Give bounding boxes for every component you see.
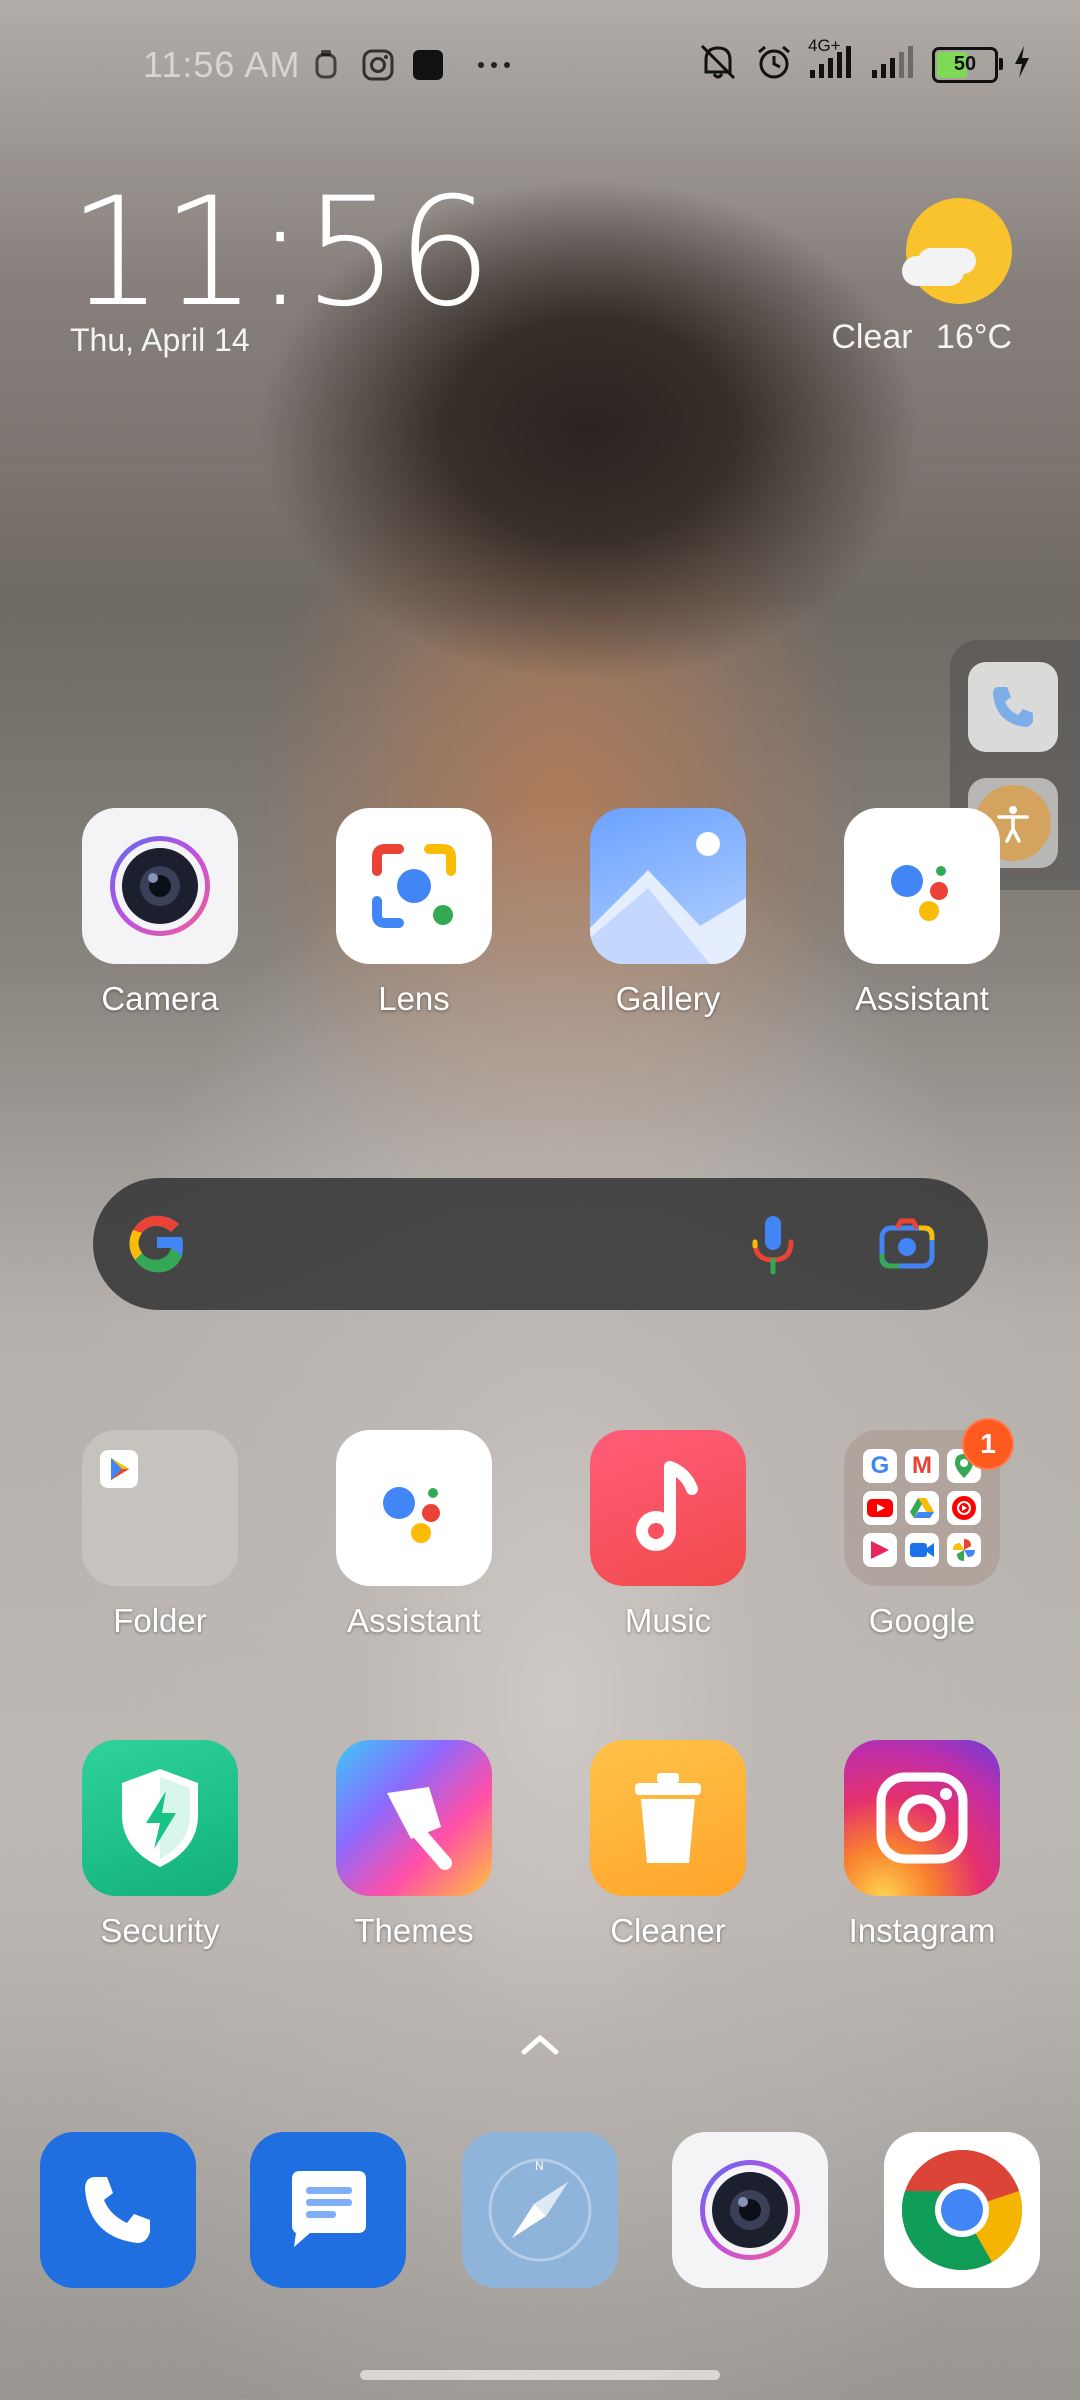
instagram-app-icon [844,1740,1000,1896]
battery-level: 50 [953,53,977,75]
weather-widget[interactable]: Clear 16°C [831,318,1012,357]
google-icon: G [863,1449,897,1483]
signal-icon-2 [870,44,918,85]
notification-badge: 1 [962,1418,1014,1470]
app-security[interactable]: Security [60,1740,260,1950]
app-label: Assistant [855,980,989,1017]
assistant-icon [844,808,1000,964]
app-label: Gallery [615,980,721,1017]
lens-camera-icon[interactable] [879,1218,935,1275]
notification-app-icon [312,46,340,84]
music-icon [590,1430,746,1586]
folder-icon [82,1430,238,1586]
gmail-icon: M [905,1449,939,1483]
status-time: 11:56 AM [143,44,301,85]
youtube-music-icon [947,1491,981,1525]
play-store-icon [100,1450,138,1493]
google-g-icon[interactable] [125,1212,189,1281]
dock-messages-icon[interactable] [250,2132,406,2288]
cloud-icon [902,256,964,286]
app-label: Camera [101,980,219,1017]
microphone-icon[interactable] [751,1214,795,1281]
app-music[interactable]: Music [568,1430,768,1640]
meet-icon [905,1533,939,1567]
dock-camera-icon[interactable] [672,2132,828,2288]
app-cleaner[interactable]: Cleaner [568,1740,768,1950]
square-app-icon [410,46,446,84]
dock-chrome-icon[interactable] [884,2132,1040,2288]
youtube-icon [863,1491,897,1525]
sun-icon[interactable] [906,198,1012,304]
network-type: 4G+ [808,36,841,55]
app-themes[interactable]: Themes [314,1740,514,1950]
phone-shortcut-button[interactable] [968,662,1058,752]
dock-phone-icon[interactable] [40,2132,196,2288]
play-movies-icon [863,1533,897,1567]
app-assistant[interactable]: Assistant [822,808,1022,1018]
home-gesture-bar[interactable] [360,2370,720,2380]
security-icon [82,1740,238,1896]
dock-compass-icon[interactable]: N [462,2132,618,2288]
app-label: Themes [354,1912,474,1949]
app-label: Instagram [848,1912,996,1949]
more-icon [474,46,514,84]
google-folder-icon: G M 1 [844,1418,1014,1586]
app-folder[interactable]: Folder [60,1430,260,1640]
gallery-icon [590,808,746,964]
clock-widget-date[interactable]: Thu, April 14 [70,322,250,359]
app-gallery[interactable]: Gallery [568,808,768,1018]
app-label: Security [100,1912,220,1949]
silent-icon [696,42,740,87]
instagram-icon [360,46,396,84]
themes-icon [336,1740,492,1896]
photos-icon [947,1533,981,1567]
phone-icon [993,687,1033,727]
lens-icon [336,808,492,964]
app-label: Google [868,1602,976,1639]
app-label: Cleaner [610,1912,726,1949]
google-search-bar[interactable] [93,1178,988,1310]
app-google-folder[interactable]: G M 1 Google [822,1418,1022,1640]
app-lens[interactable]: Lens [314,808,514,1018]
app-label: Assistant [347,1602,481,1639]
app-label: Lens [378,980,450,1017]
weather-temperature: 16°C [936,318,1012,356]
battery-icon: 50 [932,46,1003,83]
app-assistant-2[interactable]: Assistant [314,1430,514,1640]
status-bar: 11:56 AM 4G+ 50 [0,0,1080,120]
assistant-icon [336,1430,492,1586]
alarm-icon [754,42,794,87]
app-camera[interactable]: Camera [60,808,260,1018]
drive-icon [905,1491,939,1525]
signal-icon: 4G+ [808,36,856,85]
app-label: Music [624,1602,712,1639]
charging-icon [1012,44,1032,85]
app-instagram[interactable]: Instagram [822,1740,1022,1950]
weather-condition: Clear [831,318,913,356]
app-drawer-up-icon[interactable] [518,2030,562,2063]
camera-icon [82,808,238,964]
clock-widget-time[interactable]: 11:56 [68,178,492,328]
svg-text:N: N [535,2159,544,2173]
app-label: Folder [113,1602,207,1639]
cleaner-icon [590,1740,746,1896]
